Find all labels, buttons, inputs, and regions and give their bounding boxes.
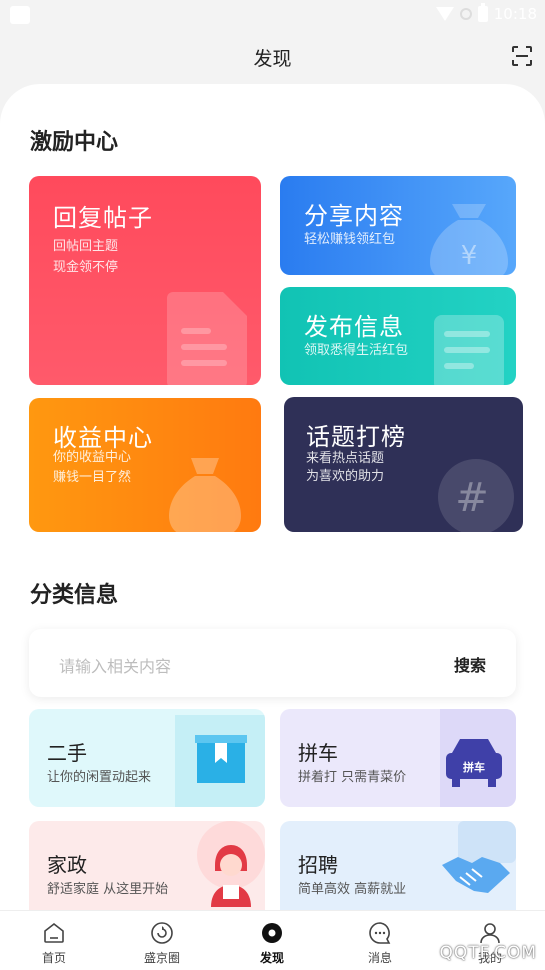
scan-icon[interactable]	[511, 45, 533, 67]
status-time: 10:18	[493, 5, 537, 23]
card-subtitle: 来看热点话题	[306, 451, 385, 466]
card-subtitle: 为喜欢的助力	[306, 469, 385, 484]
card-title: 发布信息	[304, 313, 404, 341]
document-icon	[167, 292, 247, 385]
watermark: QQTF.COM	[439, 943, 537, 963]
page-title: 发现	[253, 48, 292, 70]
card-subtitle: 回帖回主题	[53, 239, 119, 254]
hashtag-bubble-icon: #	[438, 459, 514, 532]
category-subtitle: 拼着打 只需青菜价	[298, 770, 407, 785]
handshake-icon	[442, 821, 516, 893]
yuan-symbol: ¥	[461, 241, 478, 271]
share-content-card[interactable]: 分享内容 轻松赚钱领红包 ¥	[280, 176, 516, 275]
discover-icon	[262, 923, 282, 943]
search-input[interactable]: 请输入相关内容	[59, 653, 171, 677]
category-section-title: 分类信息	[30, 583, 119, 608]
chat-bubble-icon	[369, 922, 391, 944]
home-icon	[44, 922, 64, 943]
category-subtitle: 让你的闲置动起来	[47, 770, 152, 785]
status-bar: 10:18	[0, 0, 545, 30]
search-button[interactable]: 搜索	[454, 652, 486, 676]
card-subtitle: 轻松赚钱领红包	[304, 232, 396, 247]
card-subtitle: 你的收益中心	[53, 450, 132, 465]
tab-discover[interactable]: 发现	[232, 911, 312, 970]
category-title: 家政	[47, 853, 87, 877]
card-subtitle: 领取悉得生活红包	[304, 343, 409, 358]
card-subtitle: 赚钱一目了然	[53, 470, 132, 485]
coin-bag-icon	[169, 458, 241, 532]
category-subtitle: 舒适家庭 从这里开始	[47, 882, 169, 897]
category-recruitment[interactable]: 招聘 简单高效 高薪就业	[280, 821, 516, 910]
tab-label: 消息	[367, 951, 392, 965]
refresh-circle-icon	[151, 922, 173, 944]
hashtag-symbol: #	[455, 475, 489, 521]
tab-circle[interactable]: 盛京圈	[122, 911, 202, 970]
money-bag-icon: ¥	[430, 204, 508, 275]
category-carpool[interactable]: 拼车 拼着打 只需青菜价 拼车	[280, 709, 516, 807]
user-icon	[480, 923, 500, 944]
tab-home[interactable]: 首页	[14, 911, 94, 970]
incentive-section-title: 激励中心	[30, 130, 119, 155]
tab-messages[interactable]: 消息	[340, 911, 420, 970]
category-used-goods[interactable]: 二手 让你的闲置动起来	[29, 709, 265, 807]
category-subtitle: 简单高效 高薪就业	[298, 882, 407, 897]
search-bar: 请输入相关内容 搜索	[29, 629, 516, 697]
carpool-label: 拼车	[463, 760, 485, 774]
wifi-icon	[435, 7, 454, 21]
category-housekeeping[interactable]: 家政 舒适家庭 从这里开始	[29, 821, 265, 910]
signal-icon	[459, 8, 472, 20]
app-notification-icon	[10, 6, 30, 24]
box-icon	[175, 715, 265, 807]
reply-posts-card[interactable]: 回复帖子 回帖回主题 现金领不停	[29, 176, 261, 385]
tab-label: 首页	[41, 951, 66, 965]
tab-label: 发现	[259, 951, 284, 965]
tab-label: 盛京圈	[143, 951, 180, 965]
top-header: 发现	[0, 30, 545, 82]
publish-info-card[interactable]: 发布信息 领取悉得生活红包	[280, 287, 516, 385]
category-title: 拼车	[298, 741, 338, 765]
housekeeper-icon	[197, 821, 265, 907]
topic-ranking-card[interactable]: 话题打榜 来看热点话题 为喜欢的助力 #	[284, 397, 523, 532]
card-title: 回复帖子	[53, 204, 153, 232]
car-icon: 拼车	[440, 709, 516, 807]
info-sheet-icon	[434, 315, 504, 385]
discover-panel: 激励中心 回复帖子 回帖回主题 现金领不停 分享内容 轻松赚钱领红包 ¥ 发布信…	[0, 84, 545, 910]
card-subtitle: 现金领不停	[53, 260, 119, 275]
card-title: 分享内容	[304, 202, 404, 230]
income-center-card[interactable]: 收益中心 你的收益中心 赚钱一目了然	[29, 398, 261, 532]
card-title: 话题打榜	[306, 423, 406, 451]
battery-icon	[477, 3, 488, 22]
category-title: 招聘	[298, 853, 338, 877]
category-title: 二手	[47, 741, 87, 765]
